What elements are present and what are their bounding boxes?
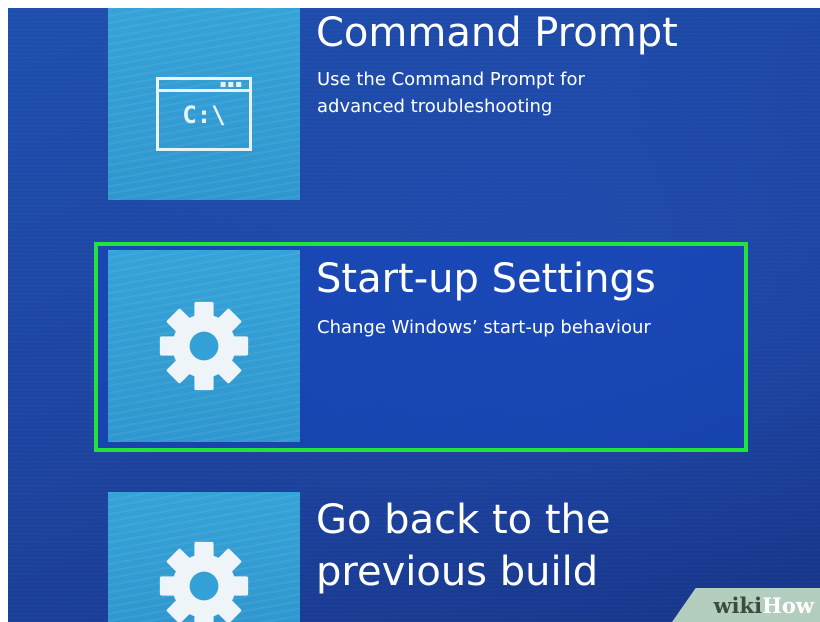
description-line: Use the Command Prompt for xyxy=(317,69,585,90)
command-prompt-tile[interactable]: ▪▪▪ C:\ xyxy=(108,8,300,200)
option-description: Use the Command Prompt for advanced trou… xyxy=(317,66,585,120)
option-description: Change Windows’ start-up behaviour xyxy=(317,314,651,341)
option-command-prompt[interactable]: ▪▪▪ C:\ Command Prompt Use the Command P… xyxy=(8,8,820,208)
command-prompt-icon-text: C:\ xyxy=(182,101,226,129)
watermark-part2: How xyxy=(762,593,814,618)
option-title[interactable]: Go back to the previous build xyxy=(316,494,636,598)
gear-icon xyxy=(156,538,252,622)
window-dots: ▪▪▪ xyxy=(219,79,243,90)
option-title[interactable]: Command Prompt xyxy=(316,10,678,56)
description-line: advanced troubleshooting xyxy=(317,96,553,117)
option-title[interactable]: Start-up Settings xyxy=(316,256,656,302)
window-titlebar: ▪▪▪ xyxy=(159,80,249,92)
command-prompt-icon: ▪▪▪ C:\ xyxy=(156,77,252,151)
description-line: Change Windows’ start-up behaviour xyxy=(317,317,651,338)
wikihow-watermark: wikiHow xyxy=(672,588,820,622)
watermark-part1: wiki xyxy=(713,593,763,618)
advanced-options-screen: ▪▪▪ C:\ Command Prompt Use the Command P… xyxy=(8,8,820,622)
watermark-text: wikiHow xyxy=(713,593,814,619)
go-back-tile[interactable] xyxy=(108,492,300,622)
option-startup-settings[interactable]: Start-up Settings Change Windows’ start-… xyxy=(8,242,820,452)
startup-settings-tile[interactable] xyxy=(108,250,300,442)
gear-icon xyxy=(156,298,252,394)
